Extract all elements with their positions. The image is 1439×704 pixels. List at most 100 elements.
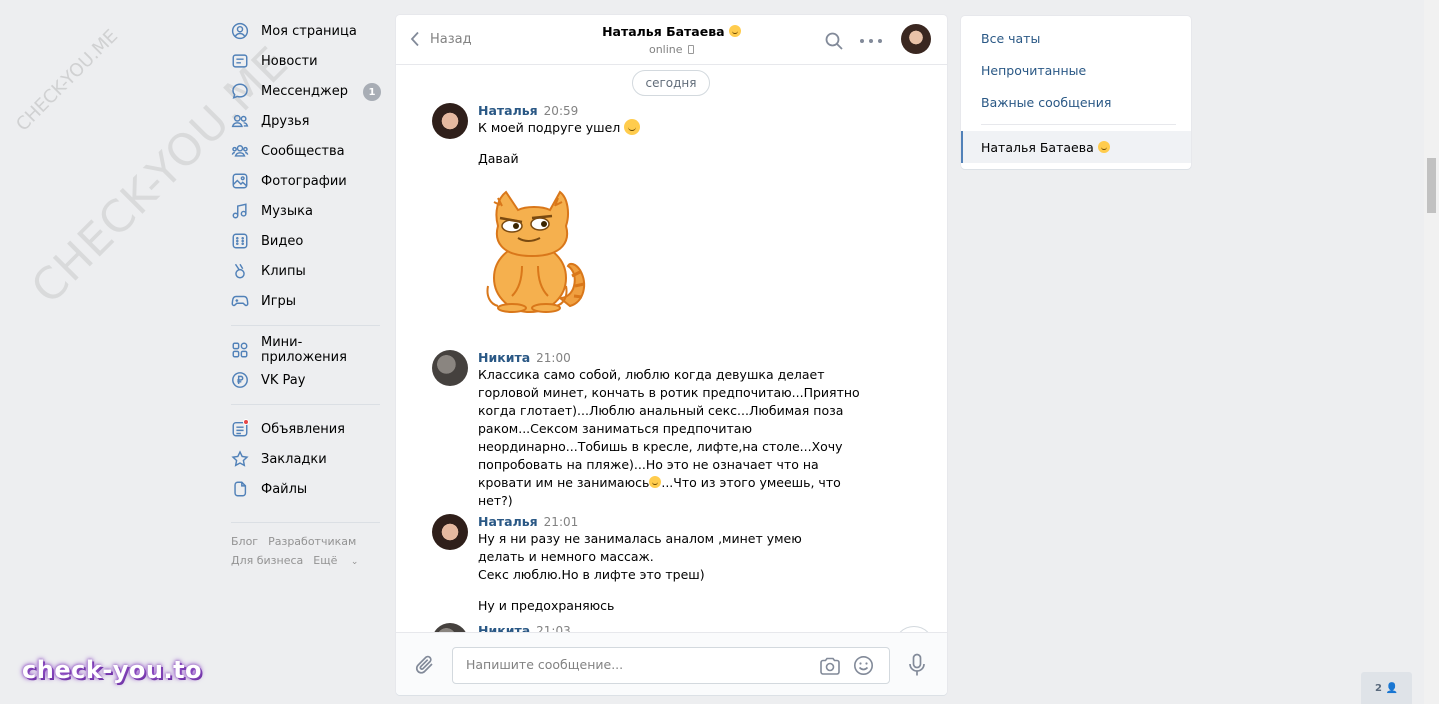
nav-item-my-page[interactable]: Моя страница [231, 16, 381, 46]
footer-more-label: Ещё [313, 554, 338, 567]
nav-item-mini-apps[interactable]: Мини-приложения [231, 335, 381, 365]
cat-sticker[interactable] [478, 186, 590, 314]
nav-label: VK Pay [261, 372, 306, 388]
footer-more-link[interactable]: Ещё ⌄ [313, 554, 368, 567]
peer-avatar[interactable] [901, 24, 931, 54]
scrollbar-thumb[interactable] [1427, 158, 1436, 213]
gamepad-icon [231, 292, 249, 310]
avatar[interactable] [432, 623, 468, 632]
peer-status: online [648, 43, 683, 56]
news-icon [231, 52, 249, 70]
more-actions-icon[interactable] [860, 31, 882, 51]
photo-icon [231, 172, 249, 190]
nav-item-ads[interactable]: Объявления [231, 414, 381, 444]
nav-item-clips[interactable]: Клипы [231, 256, 381, 286]
message-time: 21:00 [536, 351, 571, 365]
emoji-picker-icon[interactable] [853, 655, 874, 676]
message-group: Никита 21:03 [432, 623, 872, 632]
nav-item-bookmarks[interactable]: Закладки [231, 444, 381, 474]
file-icon [231, 480, 249, 498]
message-composer [396, 632, 947, 695]
star-icon [231, 450, 249, 468]
footer-developers-link[interactable]: Разработчикам [268, 535, 356, 548]
nav-label: Объявления [261, 421, 345, 437]
smile-emoji-icon [624, 119, 641, 135]
ruble-icon [231, 371, 249, 389]
nav-label: Музыка [261, 203, 313, 219]
footer-blog-link[interactable]: Блог [231, 535, 258, 548]
chat-panel: Назад Наталья Батаева online сегодня Нат… [396, 15, 947, 695]
nav-label: Моя страница [261, 23, 357, 39]
filter-all-chats[interactable]: Все чаты [981, 31, 1040, 46]
nav-label: Клипы [261, 263, 306, 279]
footer-business-link[interactable]: Для бизнеса [231, 554, 303, 567]
friends-icon [231, 112, 249, 130]
paperclip-icon[interactable] [414, 653, 436, 677]
left-sidebar: Моя страница Новости Мессенджер 1 Друзья… [231, 16, 381, 572]
filter-unread[interactable]: Непрочитанные [981, 63, 1086, 78]
nav-item-photos[interactable]: Фотографии [231, 166, 381, 196]
avatar[interactable] [432, 514, 468, 550]
nav-label: Игры [261, 293, 297, 309]
avatar[interactable] [432, 350, 468, 386]
video-icon [231, 232, 249, 250]
watermark-small: CHECK-YOU.ME [12, 25, 123, 136]
nav-label: Мессенджер [261, 83, 348, 99]
user-circle-icon [231, 22, 249, 40]
message-text: Классика само собой, люблю когда девушка… [478, 367, 860, 490]
search-icon[interactable] [824, 31, 844, 51]
nav-item-files[interactable]: Файлы [231, 474, 381, 504]
nav-item-messenger[interactable]: Мессенджер 1 [231, 76, 381, 106]
message-author[interactable]: Никита [478, 350, 530, 365]
message-input[interactable] [466, 657, 806, 672]
message-author[interactable]: Никита [478, 623, 530, 632]
message-history[interactable]: сегодня Наталья 20:59 К моей подруге ушел… [396, 65, 947, 632]
microphone-icon[interactable] [908, 653, 926, 677]
message-group: Наталья 20:59 К моей подруге ушел Давай [432, 103, 872, 318]
message-group: Никита 21:00 Классика само собой, люблю к… [432, 350, 872, 510]
chevron-down-icon: ⌄ [350, 557, 359, 567]
date-separator: сегодня [632, 70, 710, 96]
nav-label: Новости [261, 53, 318, 69]
nav-label: Файлы [261, 481, 308, 497]
message-author[interactable]: Наталья [478, 103, 538, 118]
filter-important[interactable]: Важные сообщения [981, 95, 1111, 110]
chat-filter-panel: Все чаты Непрочитанные Важные сообщения … [961, 16, 1191, 169]
mobile-phone-icon [688, 45, 695, 54]
message-text: Давай [478, 151, 519, 166]
nav-item-video[interactable]: Видео [231, 226, 381, 256]
nav-item-vk-pay[interactable]: VK Pay [231, 365, 381, 395]
nav-item-communities[interactable]: Сообщества [231, 136, 381, 166]
nav-item-games[interactable]: Игры [231, 286, 381, 316]
message-author[interactable]: Наталья [478, 514, 538, 529]
message-time: 20:59 [543, 104, 579, 118]
message-time: 21:01 [543, 515, 579, 529]
avatar[interactable] [432, 103, 468, 139]
nav-footer: Блог Разработчикам Для бизнеса Ещё ⌄ [231, 532, 381, 572]
nav-label: Сообщества [261, 143, 345, 159]
nav-label: Фотографии [261, 173, 347, 189]
message-text: Ну и предохраняюсь [478, 598, 615, 613]
camera-icon[interactable] [819, 656, 841, 676]
peer-name: Наталья Батаева [602, 24, 725, 39]
active-chat-item[interactable]: Наталья Батаева [961, 131, 1191, 163]
communities-icon [231, 142, 249, 160]
chat-header: Назад Наталья Батаева online [396, 15, 947, 65]
page-scrollbar[interactable] [1424, 0, 1439, 704]
online-count: 2 [1375, 682, 1383, 694]
clips-icon [231, 262, 249, 280]
divider [981, 124, 1176, 125]
message-time: 21:03 [536, 624, 571, 632]
nav-label: Закладки [261, 451, 327, 467]
message-input-wrapper [452, 647, 890, 684]
nav-item-friends[interactable]: Друзья [231, 106, 381, 136]
nav-item-music[interactable]: Музыка [231, 196, 381, 226]
ads-icon [231, 419, 249, 438]
online-friends-counter[interactable]: 2 👤 [1361, 672, 1412, 704]
nav-item-news[interactable]: Новости [231, 46, 381, 76]
nav-divider [231, 325, 380, 326]
nav-label: Мини-приложения [261, 335, 347, 365]
message-text: Секс люблю.Но в лифте это треш) [478, 567, 705, 582]
music-icon [231, 202, 249, 220]
message-text: К моей подруге ушел [478, 120, 621, 135]
